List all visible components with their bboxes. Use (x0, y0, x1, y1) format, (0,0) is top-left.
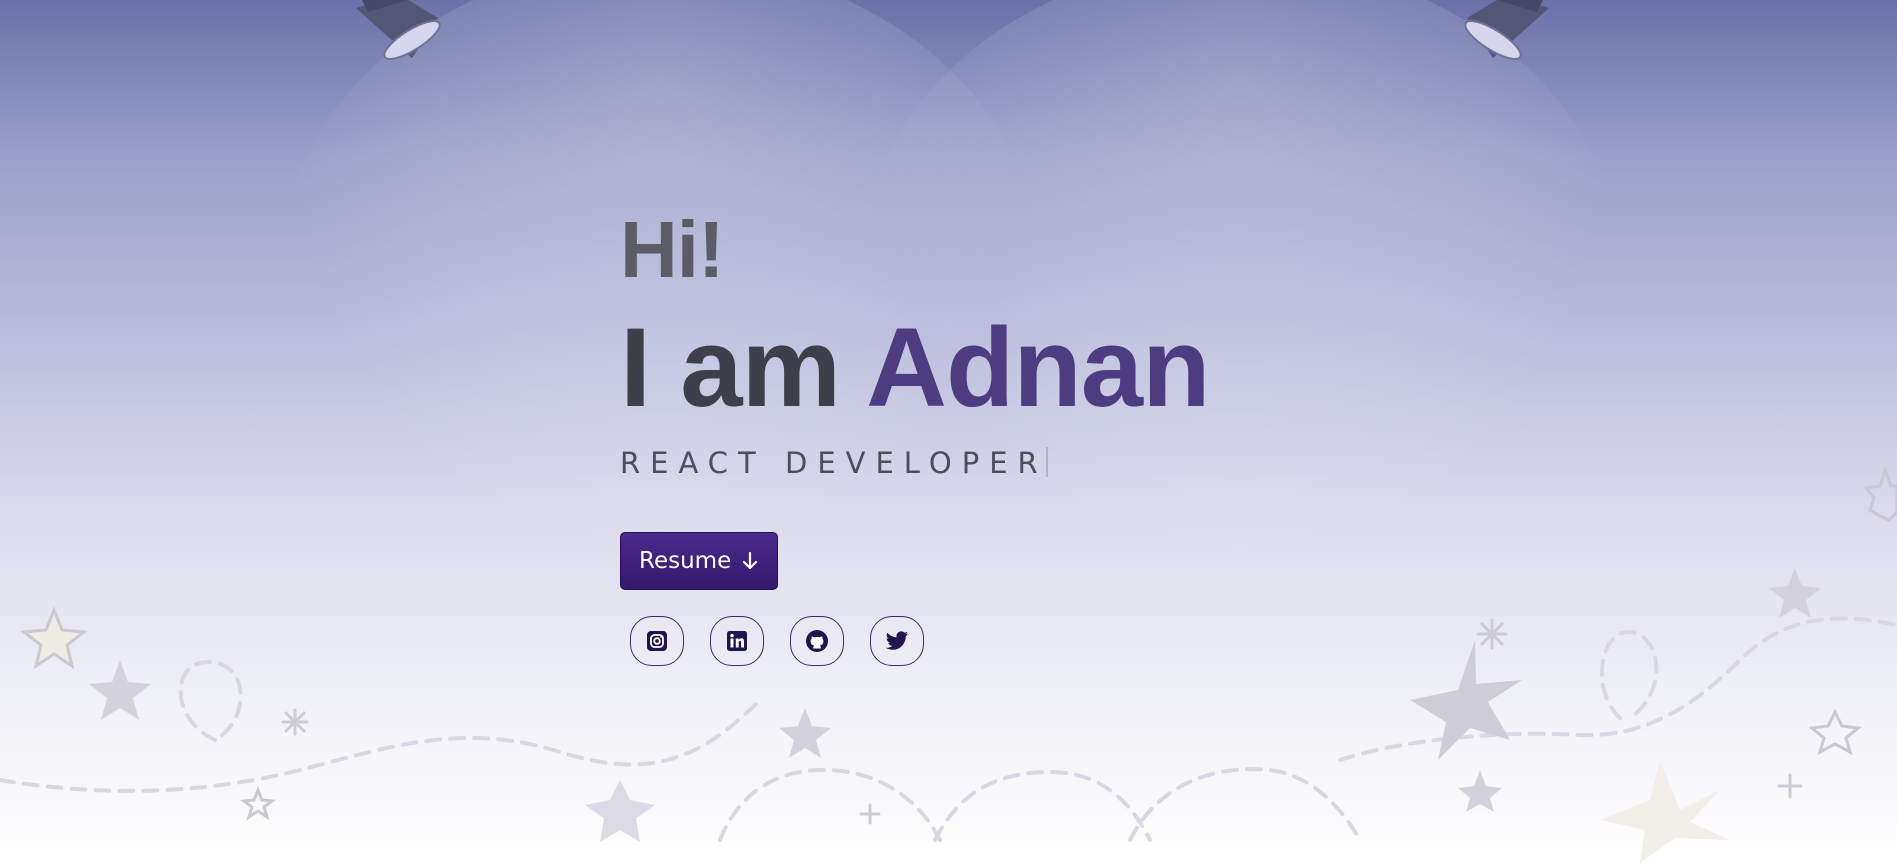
github-icon (806, 630, 828, 652)
linkedin-link[interactable] (710, 616, 764, 666)
instagram-link[interactable] (630, 616, 684, 666)
hero-content: Hi! I am Adnan REACT DEVELOPER Resume (620, 210, 1320, 666)
spotlight-lamp-right (1464, 0, 1549, 60)
github-link[interactable] (790, 616, 844, 666)
twitter-link[interactable] (870, 616, 924, 666)
name-prefix: I am (620, 305, 841, 430)
resume-button[interactable]: Resume (620, 532, 779, 590)
linkedin-icon (727, 631, 747, 651)
twitter-icon (885, 631, 908, 650)
hero-section: Hi! I am Adnan REACT DEVELOPER Resume (0, 0, 1897, 863)
typing-caret (1045, 447, 1048, 477)
name-heading: I am Adnan (620, 312, 1320, 424)
spotlight-lamp-left (356, 0, 441, 60)
name-highlight: Adnan (866, 305, 1210, 430)
greeting-text: Hi! (620, 205, 725, 294)
arrow-down-icon (743, 551, 758, 570)
role-text: REACT DEVELOPER (620, 446, 1048, 480)
instagram-icon (647, 631, 667, 651)
social-links (620, 616, 1320, 666)
resume-label: Resume (639, 548, 732, 574)
role-typewriter: REACT DEVELOPER (620, 446, 1320, 480)
